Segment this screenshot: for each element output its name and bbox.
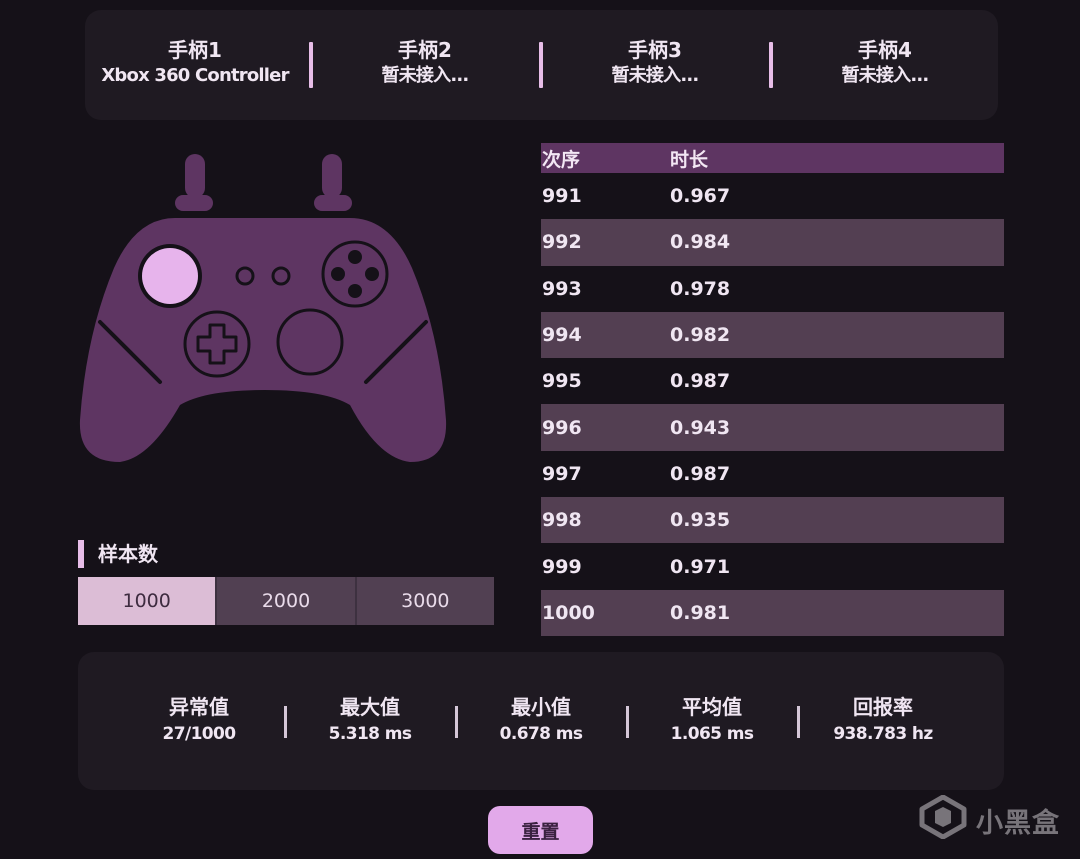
watermark: 小黑盒	[918, 794, 1080, 843]
tab-controller-3[interactable]: 手柄3 暂未接入...	[550, 36, 760, 88]
cell-duration: 0.967	[670, 185, 731, 208]
cell-order: 994	[542, 324, 582, 347]
table-row: 999 0.971	[541, 543, 1004, 589]
stat-value: 0.678 ms	[499, 724, 583, 744]
right-trigger-icon	[322, 154, 342, 198]
stat-outliers: 异常值 27/1000	[114, 693, 284, 747]
cell-order: 997	[542, 462, 582, 485]
stat-min: 最小值 0.678 ms	[456, 693, 626, 747]
sample-option-3000[interactable]: 3000	[356, 577, 494, 625]
cell-duration: 0.943	[670, 416, 731, 439]
watermark-text: 小黑盒	[976, 808, 1060, 839]
table-row: 997 0.987	[541, 451, 1004, 497]
stat-average: 平均值 1.065 ms	[627, 693, 797, 747]
cell-duration: 0.935	[670, 509, 731, 532]
cell-duration: 0.971	[670, 555, 731, 578]
gamepad-body-icon	[79, 218, 447, 462]
cell-order: 992	[542, 231, 582, 254]
tab-divider	[309, 42, 313, 88]
xiaoheihe-logo-icon	[919, 794, 967, 840]
left-bumper-icon	[175, 195, 213, 211]
stat-max: 最大值 5.318 ms	[285, 693, 455, 747]
tab-controller-4[interactable]: 手柄4 暂未接入...	[780, 36, 990, 88]
statistics-panel: 异常值 27/1000 最大值 5.318 ms 最小值 0.678 ms 平均…	[78, 652, 1004, 790]
table-row: 994 0.982	[541, 311, 1004, 359]
sample-option-1000[interactable]: 1000	[78, 577, 218, 625]
stat-label: 回报率	[853, 695, 913, 719]
table-row: 998 0.935	[541, 497, 1004, 544]
controller-status: Xbox 360 Controller	[101, 65, 289, 86]
stat-label: 最大值	[340, 695, 400, 719]
controller-tabs: 手柄1 Xbox 360 Controller 手柄2 暂未接入... 手柄3 …	[85, 10, 998, 120]
gamepad-illustration	[79, 154, 447, 462]
sample-option-2000[interactable]: 2000	[217, 577, 357, 625]
cell-duration: 0.981	[670, 601, 731, 624]
stat-value: 5.318 ms	[328, 724, 412, 744]
table-row: 995 0.987	[541, 358, 1004, 404]
right-bumper-icon	[314, 195, 352, 211]
tab-divider	[539, 42, 543, 88]
stat-value: 1.065 ms	[670, 724, 754, 744]
cell-duration: 0.987	[670, 462, 731, 485]
controller-status: 暂未接入...	[841, 65, 930, 86]
left-stick-icon	[142, 248, 198, 304]
sample-count-selector: 1000 2000 3000	[78, 577, 494, 625]
controller-name: 手柄2	[398, 38, 452, 62]
stat-label: 平均值	[682, 695, 742, 719]
controller-name: 手柄4	[858, 38, 912, 62]
reset-button[interactable]: 重置	[488, 806, 593, 854]
stat-value: 938.783 hz	[833, 724, 933, 744]
controller-name: 手柄3	[628, 38, 682, 62]
stat-label: 最小值	[511, 695, 571, 719]
cell-order: 999	[542, 555, 582, 578]
tab-controller-1[interactable]: 手柄1 Xbox 360 Controller	[90, 36, 300, 88]
cell-order: 991	[542, 185, 582, 208]
controller-name: 手柄1	[168, 38, 222, 62]
column-header-duration: 时长	[670, 148, 709, 171]
table-row: 996 0.943	[541, 404, 1004, 451]
sample-count-title: 样本数	[98, 542, 158, 566]
left-trigger-icon	[185, 154, 205, 198]
poll-interval-table: 次序 时长 991 0.967 992 0.984 993 0.978 994 0.98…	[541, 143, 1004, 636]
cell-duration: 0.978	[670, 277, 731, 300]
cell-duration: 0.987	[670, 370, 731, 393]
controller-status: 暂未接入...	[611, 65, 700, 86]
cell-order: 998	[542, 509, 582, 532]
column-header-order: 次序	[542, 148, 581, 171]
tab-divider	[769, 42, 773, 88]
stat-label: 异常值	[169, 695, 229, 719]
cell-duration: 0.982	[670, 324, 731, 347]
cell-order: 1000	[542, 601, 595, 624]
table-row: 993 0.978	[541, 266, 1004, 312]
stat-value: 27/1000	[162, 724, 237, 744]
heading-accent-bar	[78, 540, 84, 568]
table-row: 991 0.967	[541, 173, 1004, 219]
table-row: 1000 0.981	[541, 589, 1004, 636]
cell-order: 996	[542, 416, 582, 439]
table-header: 次序 时长	[541, 143, 1004, 173]
cell-order: 995	[542, 370, 582, 393]
table-body: 991 0.967 992 0.984 993 0.978 994 0.982 995 0…	[541, 173, 1004, 636]
stat-polling-rate: 回报率 938.783 hz	[798, 693, 968, 747]
cell-order: 993	[542, 277, 582, 300]
tab-controller-2[interactable]: 手柄2 暂未接入...	[320, 36, 530, 88]
controller-status: 暂未接入...	[381, 65, 470, 86]
cell-duration: 0.984	[670, 231, 731, 254]
table-row: 992 0.984	[541, 219, 1004, 266]
